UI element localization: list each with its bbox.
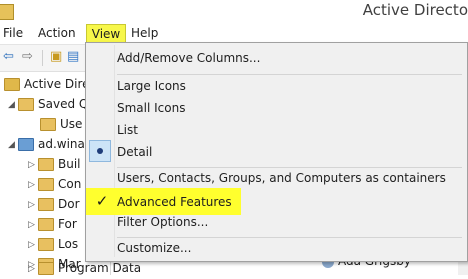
back-arrow-icon[interactable]: ⇦ [3, 50, 14, 64]
collapse-icon[interactable]: ◢ [8, 135, 18, 155]
expand-icon[interactable]: ▷ [28, 235, 38, 255]
up-folder-icon[interactable]: ▣ [50, 50, 62, 64]
title-bar: Active Directo [0, 0, 468, 24]
tree-item[interactable]: ▷ Program Data [28, 258, 141, 278]
tree-item-label: Los [58, 237, 79, 251]
view-menu-dropdown: Add/Remove Columns... Large Icons Small … [85, 42, 468, 262]
tree-item[interactable]: ▷ Dor [28, 194, 80, 214]
tree-item[interactable]: ▷ For [28, 214, 77, 234]
tree-item-label: Program Data [58, 261, 142, 275]
tree-item[interactable]: ▷ Con [28, 174, 81, 194]
menu-item-advanced-features[interactable]: Advanced Features [117, 191, 232, 213]
radio-selected-indicator [89, 140, 111, 162]
menu-view[interactable]: View [86, 24, 126, 44]
menu-item-users-as-containers[interactable]: Users, Contacts, Groups, and Computers a… [117, 167, 446, 189]
folder-icon [38, 158, 54, 171]
tree-item-label: ad.wina [38, 137, 85, 151]
domain-icon [18, 138, 34, 151]
menu-item-add-remove-columns[interactable]: Add/Remove Columns... [117, 47, 260, 69]
folder-icon [18, 98, 34, 111]
tree-item-label: Dor [58, 197, 80, 211]
menu-action[interactable]: Action [38, 26, 76, 40]
tree-item[interactable]: ◢ Saved Q [8, 94, 88, 114]
tree-item-label: For [58, 217, 77, 231]
menu-item-customize[interactable]: Customize... [117, 237, 191, 259]
expand-icon[interactable]: ▷ [28, 195, 38, 215]
collapse-icon[interactable]: ◢ [8, 95, 18, 115]
checkmark-icon: ✓ [95, 192, 109, 210]
menu-item-large-icons[interactable]: Large Icons [117, 75, 186, 97]
menu-item-small-icons[interactable]: Small Icons [117, 97, 185, 119]
menu-item-list[interactable]: List [117, 119, 138, 141]
forward-arrow-icon[interactable]: ⇨ [22, 50, 33, 64]
app-icon [0, 4, 14, 20]
tree-item-label: Con [58, 177, 82, 191]
folder-icon [38, 238, 54, 251]
tree-item-label: Buil [58, 157, 81, 171]
tree-item[interactable]: ▷ Los [28, 234, 78, 254]
ad-root-icon [4, 78, 20, 91]
menu-item-detail[interactable]: Detail [117, 141, 152, 163]
expand-icon[interactable]: ▷ [28, 155, 38, 175]
tree-item[interactable]: ◢ ad.wina [8, 134, 85, 154]
folder-icon [40, 118, 56, 131]
console-tree-icon[interactable]: ▤ [67, 50, 79, 64]
tree-item-label: Saved Q [38, 97, 89, 111]
folder-icon [38, 262, 54, 275]
folder-icon [38, 198, 54, 211]
menu-help[interactable]: Help [131, 26, 158, 40]
tree-item[interactable]: ▷ Buil [28, 154, 81, 174]
expand-icon[interactable]: ▷ [28, 175, 38, 195]
folder-icon [38, 218, 54, 231]
tree-item-label: Use [60, 117, 83, 131]
folder-icon [38, 178, 54, 191]
expand-icon[interactable]: ▷ [28, 215, 38, 235]
menu-gutter [114, 45, 115, 257]
expand-icon[interactable]: ▷ [28, 259, 38, 279]
menu-file[interactable]: File [3, 26, 23, 40]
tree-item[interactable]: Use [40, 114, 82, 134]
window-title: Active Directo [362, 1, 468, 19]
toolbar-separator [42, 50, 43, 66]
tree-item[interactable]: Active Direc [4, 74, 96, 94]
menu-item-filter-options[interactable]: Filter Options... [117, 211, 208, 233]
radio-dot-icon [97, 148, 103, 154]
